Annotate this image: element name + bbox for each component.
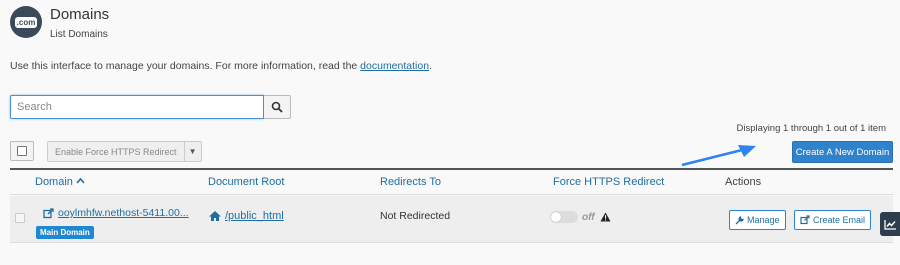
main-domain-badge: Main Domain — [36, 226, 94, 239]
table-header: Domain Document Root Redirects To Force … — [10, 170, 893, 195]
manage-button[interactable]: Manage — [729, 210, 786, 230]
search-button[interactable] — [264, 95, 291, 119]
domain-name: ooylmhfw.nethost-5411.00... — [58, 207, 189, 219]
create-email-label: Create Email — [813, 215, 866, 225]
column-header-force-https[interactable]: Force HTTPS Redirect — [553, 176, 664, 188]
bulk-action-dropdown[interactable]: ▼ — [184, 141, 202, 162]
create-new-domain-button[interactable]: Create A New Domain — [792, 141, 893, 163]
search-icon — [271, 101, 283, 113]
create-email-button[interactable]: Create Email — [794, 210, 872, 230]
column-header-document-root[interactable]: Document Root — [208, 176, 284, 188]
force-https-control: off — [550, 211, 611, 223]
search-bar — [10, 95, 291, 119]
page-header: .com Domains List Domains — [10, 4, 109, 40]
column-label-domain: Domain — [35, 176, 73, 188]
row-checkbox[interactable] — [15, 213, 25, 223]
annotation-arrow-icon — [681, 145, 756, 167]
page-subtitle: List Domains — [50, 29, 108, 40]
document-root-link[interactable]: /public_html — [208, 210, 284, 222]
manage-label: Manage — [747, 215, 780, 225]
intro-description: Use this interface to manage your domain… — [10, 60, 361, 72]
search-input[interactable] — [10, 95, 264, 119]
table-row: ooylmhfw.nethost-5411.00... Main Domain … — [10, 196, 893, 243]
toggle-state-label: off — [582, 211, 595, 223]
intro-text: Use this interface to manage your domain… — [10, 60, 432, 72]
document-root-path: /public_html — [225, 210, 284, 222]
checkbox-box — [17, 146, 27, 156]
wrench-icon — [735, 215, 744, 224]
column-header-actions: Actions — [725, 176, 762, 188]
external-link-icon — [800, 215, 810, 225]
stats-panel-toggle[interactable] — [880, 212, 900, 236]
redirects-to-value: Not Redirected — [380, 210, 451, 222]
domains-logo-icon: .com — [10, 6, 42, 38]
chart-line-icon — [883, 219, 896, 230]
column-header-domain[interactable]: Domain — [35, 176, 85, 188]
enable-force-https-button[interactable]: Enable Force HTTPS Redirect — [47, 141, 185, 162]
domain-link[interactable]: ooylmhfw.nethost-5411.00... — [43, 207, 189, 219]
title-block: Domains List Domains — [50, 4, 109, 40]
caret-down-icon: ▼ — [188, 147, 197, 156]
warning-icon[interactable] — [600, 212, 611, 222]
documentation-link[interactable]: documentation — [360, 60, 429, 72]
home-icon — [209, 211, 221, 221]
page-title: Domains — [50, 6, 110, 23]
column-header-redirects-to[interactable]: Redirects To — [380, 176, 441, 188]
intro-suffix: . — [429, 60, 432, 72]
sort-ascending-icon — [76, 177, 85, 184]
bulk-action-group: Enable Force HTTPS Redirect ▼ — [47, 141, 202, 162]
logo-text: .com — [14, 16, 38, 28]
force-https-toggle[interactable] — [550, 211, 578, 223]
external-link-icon — [43, 207, 54, 218]
select-all-checkbox[interactable] — [10, 141, 34, 161]
display-count: Displaying 1 through 1 out of 1 item — [736, 123, 886, 134]
